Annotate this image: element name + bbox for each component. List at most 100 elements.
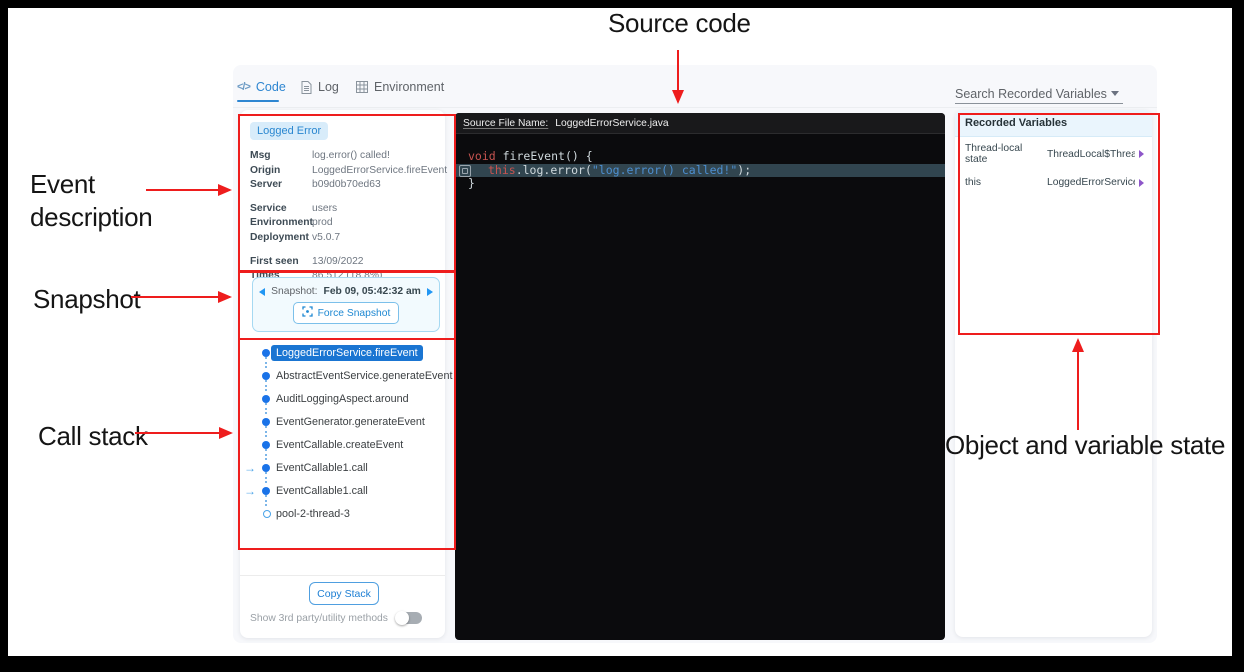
event-info-group: Msglog.error() called!OriginLoggedErrorS… [250,149,440,193]
recorded-variables-header: Recorded Variables [955,110,1152,137]
tab-code[interactable]: </> Code [237,80,286,94]
annotation-source-code: Source code [608,7,751,40]
snapshot-next-icon[interactable] [427,288,433,296]
stack-frame-label: AbstractEventService.generateEvent [276,370,452,382]
snapshot-box: Snapshot: Feb 09, 05:42:32 am Force Snap… [252,277,440,332]
current-frame-arrow-icon: → [244,484,256,498]
toggle-knob [395,611,409,625]
event-field-value: log.error() called! [312,149,390,164]
annotation-snapshot: Snapshot [33,283,140,316]
event-info: Msglog.error() called!OriginLoggedErrorS… [250,149,440,293]
search-recorded-variables-select[interactable]: Search Recorded Variables [955,84,1123,104]
tab-environment[interactable]: Environment [356,80,444,94]
stack-frame[interactable]: AbstractEventService.generateEvent [240,364,445,387]
stack-dot-icon [262,372,270,380]
force-snapshot-label: Force Snapshot [318,308,391,319]
logged-error-badge: Logged Error [250,122,328,140]
event-field-value: v5.0.7 [312,231,340,246]
code-token: "log.error() called!" [592,163,737,177]
frame-top [0,0,1244,8]
code-token: ); [737,163,751,177]
stack-dot-icon [262,418,270,426]
event-field-label: Origin [250,164,312,179]
event-info-row: Serverb09d0b70ed63 [250,178,440,193]
code-token: fireEvent() { [496,149,593,163]
stack-dot-icon [262,441,270,449]
stack-frame[interactable]: EventGenerator.generateEvent [240,410,445,433]
recorded-variables-list: Thread-local stateThreadLocal$ThreadL...… [955,137,1152,194]
variable-row[interactable]: Thread-local stateThreadLocal$ThreadL... [955,137,1152,171]
stack-frame[interactable]: → EventCallable1.call [240,456,445,479]
expand-caret-icon[interactable] [1139,179,1144,187]
source-code-panel: Source File Name: LoggedErrorService.jav… [455,113,945,640]
snapshot-gutter-icon[interactable] [459,165,471,177]
source-file-name-label: Source File Name: [463,118,548,129]
snapshot-timestamp: Feb 09, 05:42:32 am [324,286,421,297]
stack-dot-icon [262,349,270,357]
recorded-variables-card: Recorded Variables Thread-local stateThr… [955,110,1152,637]
variable-name: Thread-local state [965,143,1047,165]
recorded-variables-title: Recorded Variables [965,117,1067,129]
event-field-value: prod [312,216,333,231]
tabs-divider [233,107,1157,108]
event-info-row: Deploymentv5.0.7 [250,231,440,246]
current-frame-arrow-icon: → [244,461,256,475]
chevron-down-icon [1111,91,1119,96]
screenshot-stage: </> Code Log Environment Search Recorded… [0,0,1244,672]
stack-frame-label: EventCallable.createEvent [276,439,403,451]
code-token: this [488,163,516,177]
code-line: void fireEvent() { [455,150,945,164]
annotation-object-state: Object and variable state [945,429,1244,462]
event-field-label: Server [250,178,312,193]
event-field-label: Deployment [250,231,312,246]
tab-code-label: Code [256,80,286,94]
force-snapshot-button[interactable]: Force Snapshot [293,302,399,324]
event-field-value: LoggedErrorService.fireEvent [312,164,447,179]
expand-caret-icon[interactable] [1139,150,1144,158]
force-snapshot-icon [302,306,313,320]
event-field-value: users [312,202,337,217]
code-token: } [468,176,475,190]
copy-stack-label: Copy Stack [317,588,371,600]
code-token: void [468,149,496,163]
stack-frame-label: pool-2-thread-3 [276,508,350,520]
stack-dot-icon [262,487,270,495]
event-field-label: Service [250,202,312,217]
code-line: } [455,177,945,191]
event-info-row: Serviceusers [250,202,440,217]
tab-log-label: Log [318,80,339,94]
third-party-toggle-row: Show 3rd party/utility methods [250,612,440,624]
event-field-value: 13/09/2022 [312,255,364,270]
stack-frame-label: EventCallable1.call [276,462,368,474]
source-file-header: Source File Name: LoggedErrorService.jav… [455,113,945,134]
code-token: .log.error( [516,163,592,177]
annotation-event-description: Event description [30,168,220,234]
event-field-value: b09d0b70ed63 [312,178,381,193]
event-field-label: First seen [250,255,312,270]
event-info-row: OriginLoggedErrorService.fireEvent [250,164,440,179]
stack-frame[interactable]: AuditLoggingAspect.around [240,387,445,410]
stack-frame[interactable]: LoggedErrorService.fireEvent [240,341,445,364]
copy-stack-button[interactable]: Copy Stack [309,582,379,605]
call-stack-list: LoggedErrorService.fireEventAbstractEven… [240,341,445,525]
variable-row[interactable]: thisLoggedErrorService [955,171,1152,194]
stack-frame-label: EventGenerator.generateEvent [276,416,425,428]
snapshot-prev-icon[interactable] [259,288,265,296]
stack-frame[interactable]: pool-2-thread-3 [240,502,445,525]
third-party-toggle[interactable] [396,612,422,624]
log-icon [301,81,312,94]
code-icon: </> [237,81,250,93]
search-recorded-variables-label: Search Recorded Variables [955,87,1107,101]
stack-frame[interactable]: EventCallable.createEvent [240,433,445,456]
variable-value: LoggedErrorService [1047,177,1135,188]
tab-log[interactable]: Log [301,80,339,94]
stack-dot-icon [262,395,270,403]
stack-dot-icon [262,464,270,472]
event-info-group: ServiceusersEnvironmentprodDeploymentv5.… [250,202,440,246]
code-area: void fireEvent() {this.log.error("log.er… [455,134,945,191]
annotation-call-stack: Call stack [38,420,148,453]
frame-left [0,0,8,672]
stack-frame[interactable]: →EventCallable1.call [240,479,445,502]
thread-dot-icon [263,510,271,518]
event-info-row: Environmentprod [250,216,440,231]
